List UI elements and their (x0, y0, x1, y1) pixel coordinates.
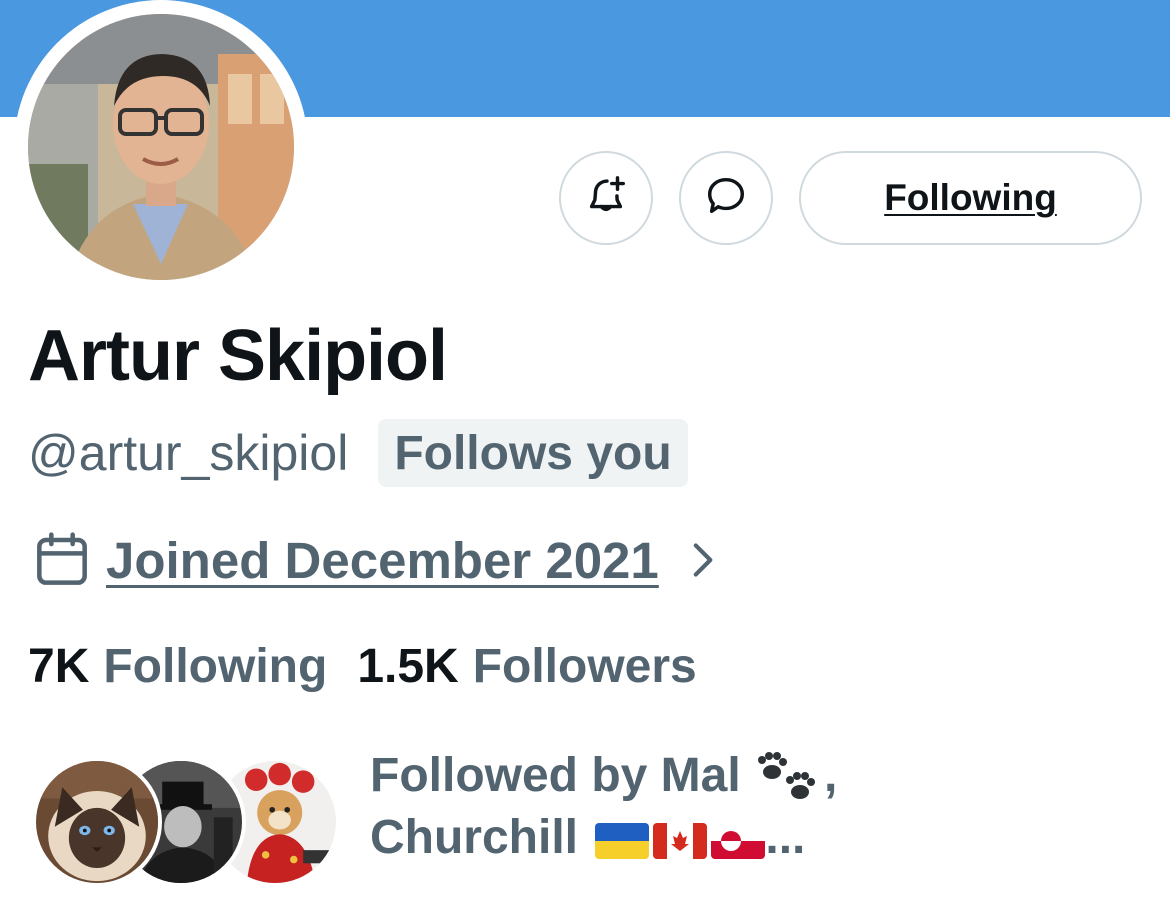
follower-avatar-cat[interactable] (32, 757, 162, 887)
followers-stat-link[interactable]: 1.5K Followers (357, 639, 696, 694)
following-button-label: Following (884, 177, 1057, 218)
user-handle: @artur_skipiol (28, 425, 349, 481)
canada-flag-icon (653, 822, 708, 859)
chat-bubble-icon (703, 173, 749, 224)
followed-by-second-name: Churchill (370, 811, 579, 865)
followed-by-text[interactable]: Followed by Mal , Churchill ... (370, 745, 1150, 870)
followed-by-ellipsis: ... (765, 811, 806, 865)
followed-by-prefix: Followed by Mal (370, 749, 741, 802)
followed-by-separator: , (824, 749, 838, 802)
message-button[interactable] (679, 151, 773, 245)
follows-you-badge: Follows you (378, 419, 688, 487)
profile-avatar[interactable] (28, 14, 294, 280)
followers-label: Followers (472, 639, 697, 693)
follow-stats: 7K Following 1.5K Followers (28, 636, 697, 696)
display-name: Artur Skipiol (28, 316, 448, 396)
notify-button[interactable] (559, 151, 653, 245)
following-label: Following (103, 639, 328, 693)
followed-by-line-2: Churchill ... (370, 807, 1150, 869)
greenland-flag-icon (711, 822, 766, 859)
bell-plus-icon (583, 173, 629, 224)
ukraine-flag-icon (595, 822, 650, 859)
following-count: 7K (28, 639, 90, 693)
chevron-right-icon (659, 535, 727, 585)
joined-date-link[interactable]: Joined December 2021 (30, 528, 727, 592)
followed-by-line-1: Followed by Mal , (370, 745, 1150, 807)
handle-row: @artur_skipiol Follows you (28, 418, 688, 488)
following-stat-link[interactable]: 7K Following (28, 639, 327, 694)
calendar-icon (30, 528, 94, 592)
paw-prints-icon (754, 750, 824, 806)
following-button[interactable]: Following (799, 151, 1142, 245)
joined-date-text: Joined December 2021 (106, 531, 659, 589)
followers-count: 1.5K (357, 639, 459, 693)
